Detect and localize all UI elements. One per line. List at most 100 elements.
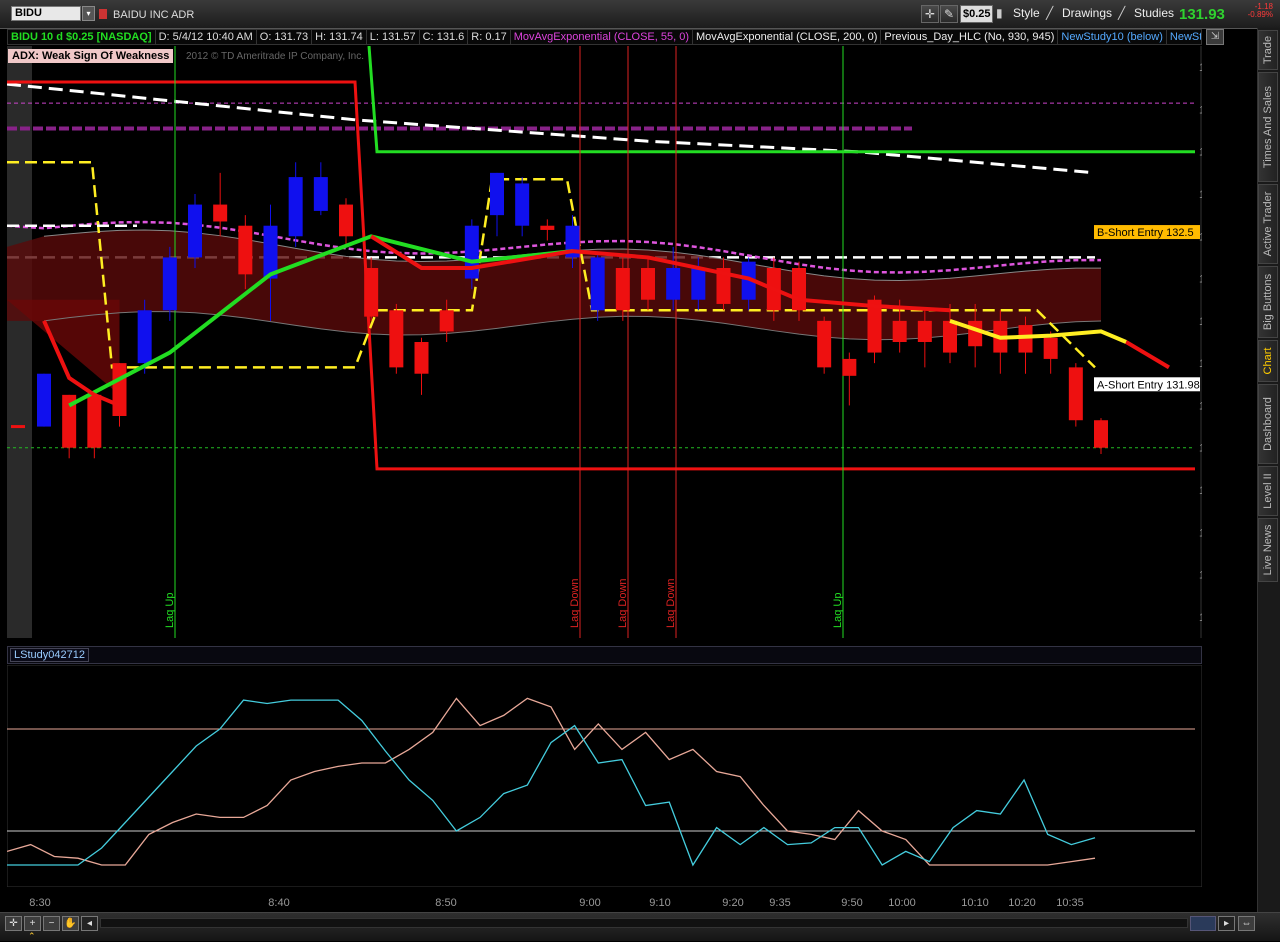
style-button[interactable]: Style (1013, 6, 1040, 20)
y-tick-label: 132 (1199, 358, 1202, 370)
tab-dashboard[interactable]: Dashboard (1258, 384, 1278, 464)
studies-icon[interactable]: ╱ (1118, 6, 1125, 20)
candle-body (892, 320, 907, 342)
style-icon[interactable]: ▮ (996, 6, 1003, 20)
time-tick-label: 9:50 (841, 897, 862, 909)
study-ema200[interactable]: MovAvgExponential (CLOSE, 200, 0) (693, 30, 882, 44)
time-scrollbar[interactable] (100, 918, 1188, 928)
y-tick-label: 131.2 (1199, 527, 1202, 539)
scroll-right-icon[interactable]: ▸ (1218, 916, 1235, 931)
y-tick-label: 133 (1199, 147, 1202, 159)
scroll-thumb[interactable] (1190, 916, 1216, 931)
drawing-tool-icon[interactable]: ✎ (940, 5, 958, 23)
premarket-shade (7, 46, 32, 638)
time-tick-label: 9:20 (722, 897, 743, 909)
tab-label: Active Trader (1262, 191, 1274, 257)
tab-times-and-sales[interactable]: Times And Sales (1258, 72, 1278, 182)
candle-body (842, 358, 857, 376)
hand-icon[interactable]: ✋ (62, 916, 79, 931)
net-change-percent: -0.89% (1247, 10, 1273, 19)
bar-close: C: 131.6 (420, 30, 469, 44)
candle-body (37, 373, 51, 427)
time-axis: 8:30 8:40 8:50 9:00 9:10 9:20 9:35 9:50 10:00 10:… (29, 897, 1084, 909)
tab-big-buttons[interactable]: Big Buttons (1258, 266, 1278, 338)
annotation-label: B-Short Entry 132.5 (1097, 227, 1194, 239)
y-tick-label: 132.8 (1199, 189, 1202, 201)
zoom-in-icon[interactable]: + (24, 916, 41, 931)
symbol-description[interactable]: BIDU 10 d $0.25 [NASDAQ] (8, 30, 156, 44)
expand-icon[interactable]: ⇔ (1238, 916, 1255, 931)
candle-body (339, 204, 353, 237)
time-tick-label: 8:50 (435, 897, 456, 909)
study-newstudy-more[interactable]: NewStu... (1167, 30, 1201, 44)
zoom-out-icon[interactable]: − (43, 916, 60, 931)
tab-label: Chart (1262, 347, 1274, 375)
candle-body (238, 225, 253, 275)
flag-icon (99, 9, 107, 19)
study-prev-day-hlc[interactable]: Previous_Day_HLC (No, 930, 945) (881, 30, 1059, 44)
y-tick-label: 131.4 (1199, 485, 1202, 497)
symbol-input[interactable]: BIDU (11, 6, 81, 21)
candle-body (364, 268, 379, 317)
candle-body (288, 177, 303, 237)
candle-body (666, 268, 681, 300)
studies-button[interactable]: Studies (1134, 6, 1174, 20)
candle-body (87, 394, 102, 448)
chevron-down-icon[interactable]: ▾ (82, 6, 95, 21)
candle-body (917, 320, 932, 342)
y-tick-label: 132.2 (1199, 316, 1202, 328)
crosshair-icon[interactable]: ✛ (921, 5, 939, 23)
candle-body (792, 268, 806, 311)
company-name: BAIDU INC ADR (113, 9, 195, 21)
tab-label: Live News (1262, 524, 1274, 576)
y-tick-label: 131.6 (1199, 443, 1202, 455)
candle-body (590, 257, 605, 311)
bar-range: R: 0.17 (468, 30, 511, 44)
tab-live-news[interactable]: Live News (1258, 518, 1278, 582)
drawings-button[interactable]: Drawings (1062, 6, 1112, 20)
time-tick-label: 8:40 (268, 897, 289, 909)
time-tick-label: 8:30 (29, 897, 50, 909)
tab-label: Times And Sales (1262, 85, 1274, 169)
candle-body (515, 183, 530, 226)
study-newstudy10[interactable]: NewStudy10 (below) (1058, 30, 1167, 44)
tab-chart[interactable]: Chart (1258, 340, 1278, 382)
bar-open: O: 131.73 (257, 30, 313, 44)
event-marker-label: Laq Up (832, 593, 844, 628)
collapse-arrow-icon[interactable]: ⌃ (28, 931, 36, 942)
candle-body (213, 204, 228, 222)
price-chart[interactable]: 133.4133.2133132.8132.6132.4132.2132131.… (7, 46, 1202, 638)
annotation-label: A-Short Entry 131.98 (1097, 379, 1200, 391)
prev-day-open-line (367, 46, 1195, 154)
time-tick-label: 9:10 (649, 897, 670, 909)
tab-trade[interactable]: Trade (1258, 30, 1278, 70)
panel-toggle-icon[interactable]: ⇲ (1206, 29, 1224, 45)
scroll-left-icon[interactable]: ◂ (81, 916, 98, 931)
copyright-text: 2012 © TD Ameritrade IP Company, Inc. (186, 51, 365, 62)
lower-study-chart[interactable]: 10.80.60.40.200.159090.03948 (7, 665, 1202, 887)
crosshair-icon[interactable]: ✛ (5, 916, 22, 931)
candle-body (414, 342, 429, 374)
candle-body (162, 257, 177, 311)
fast-ma-down-line-c (1125, 340, 1170, 370)
lower-pane-header (7, 646, 1202, 664)
candle-body (615, 268, 630, 311)
lower-pane-bg (7, 665, 1202, 887)
tab-level-ii[interactable]: Level II (1258, 466, 1278, 516)
candle-body (490, 172, 504, 216)
candle-body (464, 225, 479, 279)
tab-label: Trade (1262, 35, 1274, 65)
tick-size-button[interactable]: $0.25 (960, 5, 993, 23)
last-price: 131.93 (1179, 6, 1225, 23)
candle-body (188, 204, 202, 258)
y-tick-label: 133.2 (1199, 104, 1202, 116)
study-ema55[interactable]: MovAvgExponential (CLOSE, 55, 0) (511, 30, 694, 44)
candle-body (439, 310, 454, 332)
tab-active-trader[interactable]: Active Trader (1258, 184, 1278, 264)
lower-pane-title[interactable]: LStudy042712 (10, 648, 89, 662)
drawings-icon[interactable]: ╱ (1046, 6, 1053, 20)
time-tick-label: 10:35 (1056, 897, 1084, 909)
candle-body (943, 320, 957, 353)
time-tick-label: 10:00 (888, 897, 916, 909)
time-tick-label: 9:00 (579, 897, 600, 909)
